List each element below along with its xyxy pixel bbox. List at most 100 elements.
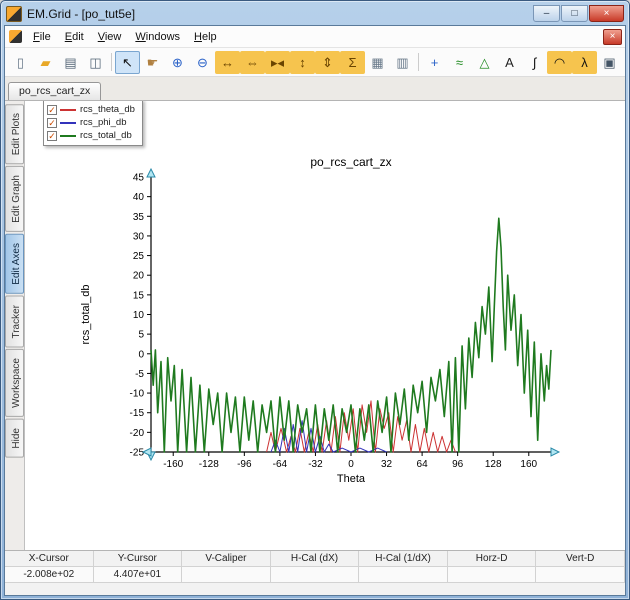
show-checkboxes-button[interactable]: ▣ bbox=[597, 51, 622, 74]
open-file-icon: ▰ bbox=[41, 56, 51, 69]
menu-file[interactable]: File bbox=[26, 29, 58, 45]
status-col-h-cal-dx: H-Cal (dX) bbox=[271, 551, 360, 567]
add-cursor-button[interactable]: + bbox=[422, 51, 447, 74]
expand-y-button[interactable]: ⇕ bbox=[315, 51, 340, 74]
status-bar: X-CursorY-CursorV-CaliperH-Cal (dX)H-Cal… bbox=[5, 550, 625, 583]
peak-marker-icon: △ bbox=[480, 56, 490, 69]
minimize-button[interactable]: – bbox=[533, 5, 560, 22]
fit-height-button[interactable]: ↕ bbox=[290, 51, 315, 74]
page-setup-button[interactable]: ◫ bbox=[83, 51, 108, 74]
legend-checkbox-rcs-phi-db[interactable]: ✓ bbox=[47, 118, 57, 128]
status-value-vert-d bbox=[536, 567, 625, 583]
maximize-button[interactable]: □ bbox=[561, 5, 588, 22]
peak-marker-button[interactable]: △ bbox=[472, 51, 497, 74]
open-file-button[interactable]: ▰ bbox=[33, 51, 58, 74]
app-icon bbox=[6, 6, 22, 22]
new-document-button[interactable]: ▯ bbox=[8, 51, 33, 74]
svg-text:-128: -128 bbox=[199, 459, 219, 470]
expand-x-icon: ⇔ bbox=[246, 56, 259, 69]
svg-text:160: 160 bbox=[520, 459, 537, 470]
side-tab-edit-axes[interactable]: Edit Axes bbox=[5, 234, 24, 294]
show-checkboxes-icon: ▣ bbox=[603, 56, 615, 69]
zoom-out-icon: ⊖ bbox=[197, 56, 208, 69]
window-controls: – □ × bbox=[532, 5, 624, 22]
svg-text:128: 128 bbox=[485, 459, 502, 470]
plot-canvas[interactable]: ✓rcs_theta_db✓rcs_phi_db✓rcs_total_db po… bbox=[25, 101, 625, 550]
compress-x-button[interactable]: ▸◂ bbox=[265, 51, 290, 74]
titlebar[interactable]: EM.Grid - [po_tut5e] – □ × bbox=[4, 1, 626, 25]
svg-text:64: 64 bbox=[417, 459, 429, 470]
menu-help[interactable]: Help bbox=[187, 29, 224, 45]
status-value-v-caliper bbox=[182, 567, 271, 583]
menu-edit[interactable]: Edit bbox=[58, 29, 91, 45]
zoom-in-button[interactable]: ⊕ bbox=[165, 51, 190, 74]
fft-button[interactable]: ∫ bbox=[522, 51, 547, 74]
menu-windows[interactable]: Windows bbox=[128, 29, 187, 45]
legend-line-sample bbox=[60, 109, 76, 111]
status-col-horz-d: Horz-D bbox=[448, 551, 537, 567]
svg-text:25: 25 bbox=[133, 251, 145, 262]
fit-width-button[interactable]: ↔ bbox=[215, 51, 240, 74]
page-setup-icon: ◫ bbox=[89, 56, 101, 69]
legend-checkbox-rcs-theta-db[interactable]: ✓ bbox=[47, 105, 57, 115]
axis-arrow bbox=[143, 448, 151, 456]
fit-height-icon: ↕ bbox=[299, 56, 306, 69]
autoscale-button[interactable]: Σ bbox=[340, 51, 365, 74]
toolbar-separator bbox=[111, 53, 112, 71]
menubar: FileEditViewWindowsHelp × bbox=[5, 26, 625, 48]
value-spinner-button[interactable]: ⇅ bbox=[622, 51, 625, 74]
new-document-icon: ▯ bbox=[17, 56, 24, 69]
svg-text:5: 5 bbox=[138, 330, 144, 341]
print-button[interactable]: ▤ bbox=[58, 51, 83, 74]
window-function-button[interactable]: ◠ bbox=[547, 51, 572, 74]
pan-hand-button[interactable]: ☛ bbox=[140, 51, 165, 74]
zoom-out-button[interactable]: ⊖ bbox=[190, 51, 215, 74]
status-col-y-cursor: Y-Cursor bbox=[94, 551, 183, 567]
axis-arrow bbox=[551, 448, 559, 456]
select-cursor-icon: ↖ bbox=[122, 56, 133, 69]
expand-y-icon: ⇕ bbox=[322, 56, 333, 69]
side-tab-edit-graph[interactable]: Edit Graph bbox=[5, 166, 24, 232]
side-tab-tracker[interactable]: Tracker bbox=[5, 296, 24, 348]
svg-text:32: 32 bbox=[381, 459, 393, 470]
svg-text:96: 96 bbox=[452, 459, 464, 470]
y-axis-label: rcs_total_db bbox=[80, 285, 92, 345]
legend-line-sample bbox=[60, 135, 76, 137]
legend-label: rcs_total_db bbox=[80, 130, 132, 141]
tab-po-rcs-cart-zx[interactable]: po_rcs_cart_zx bbox=[8, 82, 101, 100]
legend-checkbox-rcs-total-db[interactable]: ✓ bbox=[47, 131, 57, 141]
svg-text:0: 0 bbox=[138, 349, 144, 360]
document-icon bbox=[9, 30, 22, 43]
svg-text:35: 35 bbox=[133, 212, 145, 223]
print-icon: ▤ bbox=[64, 56, 76, 69]
side-tab-hide[interactable]: Hide bbox=[5, 419, 24, 458]
x-axis-label: Theta bbox=[337, 473, 366, 485]
svg-text:-32: -32 bbox=[308, 459, 323, 470]
legend-item-rcs-total-db: ✓ rcs_total_db bbox=[47, 129, 135, 142]
expand-x-button[interactable]: ⇔ bbox=[240, 51, 265, 74]
math-operation-button[interactable]: λ bbox=[572, 51, 597, 74]
grid-toggle-button[interactable]: ▦ bbox=[365, 51, 390, 74]
legend-item-rcs-phi-db: ✓rcs_phi_db bbox=[47, 116, 135, 129]
status-col-vert-d: Vert-D bbox=[536, 551, 625, 567]
status-col-x-cursor: X-Cursor bbox=[5, 551, 94, 567]
window-function-icon: ◠ bbox=[554, 56, 565, 69]
close-button[interactable]: × bbox=[589, 5, 624, 22]
menu-items: FileEditViewWindowsHelp bbox=[26, 31, 224, 43]
svg-text:-20: -20 bbox=[130, 428, 145, 439]
frame-toggle-button[interactable]: ▥ bbox=[390, 51, 415, 74]
add-text-button[interactable]: A bbox=[497, 51, 522, 74]
svg-text:-15: -15 bbox=[130, 408, 145, 419]
side-tab-edit-plots[interactable]: Edit Plots bbox=[5, 104, 24, 164]
menu-view[interactable]: View bbox=[91, 29, 129, 45]
select-cursor-button[interactable]: ↖ bbox=[115, 51, 140, 74]
grid-toggle-icon: ▦ bbox=[371, 56, 383, 69]
svg-text:20: 20 bbox=[133, 271, 145, 282]
status-col-h-cal-1-dx: H-Cal (1/dX) bbox=[359, 551, 448, 567]
svg-text:-96: -96 bbox=[237, 459, 252, 470]
app-window: EM.Grid - [po_tut5e] – □ × FileEditViewW… bbox=[0, 0, 630, 600]
close-document-button[interactable]: × bbox=[603, 29, 622, 45]
smooth-curve-button[interactable]: ≈ bbox=[447, 51, 472, 74]
window-title: EM.Grid - [po_tut5e] bbox=[27, 7, 135, 21]
side-tab-workspace[interactable]: Workspace bbox=[5, 349, 24, 417]
